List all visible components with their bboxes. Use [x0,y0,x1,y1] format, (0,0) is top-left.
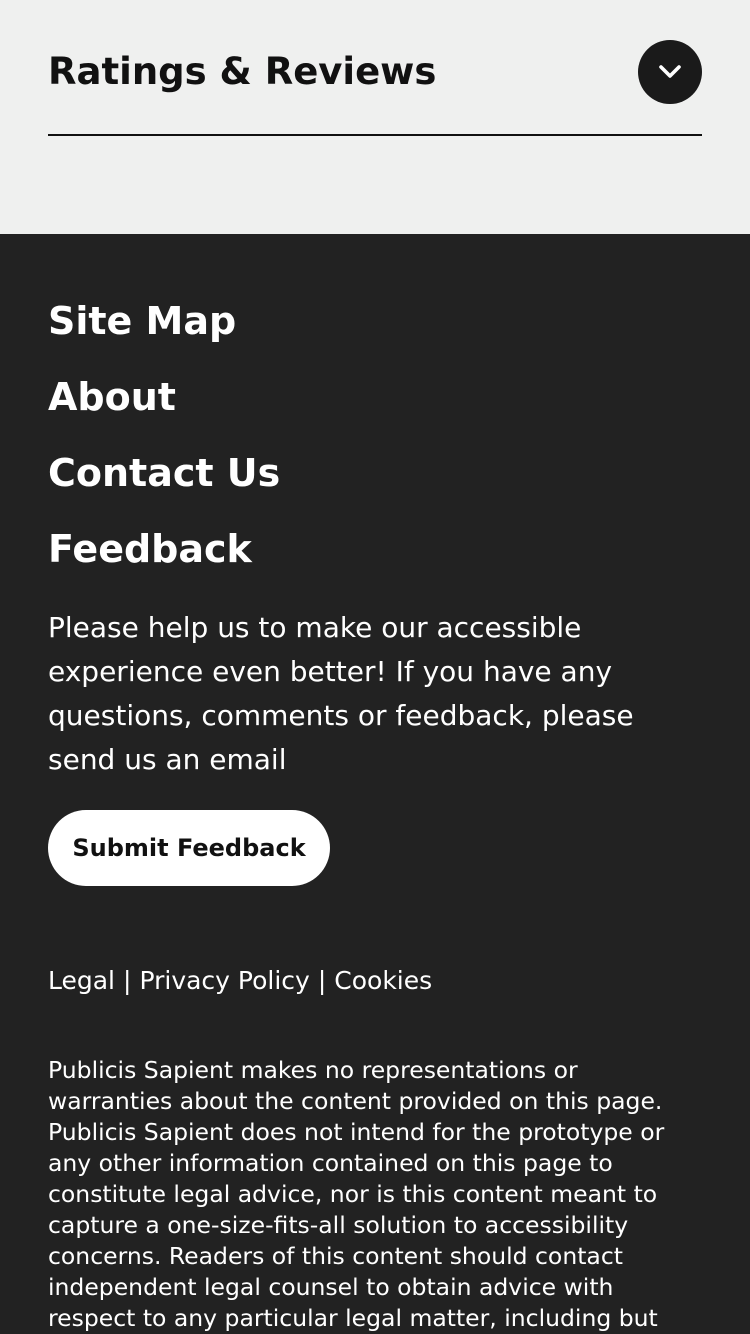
site-footer: Site Map About Contact Us Feedback Pleas… [0,234,750,1334]
link-separator: | [123,966,132,995]
legal-link[interactable]: Legal [48,966,115,995]
ratings-reviews-header[interactable]: Ratings & Reviews [48,36,702,136]
footer-nav-item: Contact Us [48,448,280,524]
ratings-reviews-title: Ratings & Reviews [48,50,437,93]
legal-links: Legal | Privacy Policy | Cookies [48,964,432,998]
footer-nav: Site Map About Contact Us Feedback [48,296,280,600]
privacy-policy-link[interactable]: Privacy Policy [139,966,309,995]
footer-link-site-map[interactable]: Site Map [48,296,236,346]
chevron-down-icon [659,65,681,78]
footer-link-feedback[interactable]: Feedback [48,524,252,574]
footer-nav-item: Site Map [48,296,280,372]
footer-link-about[interactable]: About [48,372,176,422]
link-separator: | [317,966,327,995]
footer-nav-item: About [48,372,280,448]
ratings-reviews-section: Ratings & Reviews [0,0,750,234]
footer-nav-item: Feedback [48,524,280,600]
cookies-link[interactable]: Cookies [334,966,432,995]
feedback-description: Please help us to make our accessible ex… [48,611,634,776]
footer-link-contact-us[interactable]: Contact Us [48,448,280,498]
submit-feedback-button[interactable]: Submit Feedback [48,810,330,886]
legal-disclaimer: Publicis Sapient makes no representation… [48,1056,665,1332]
expand-ratings-button[interactable] [638,40,702,104]
